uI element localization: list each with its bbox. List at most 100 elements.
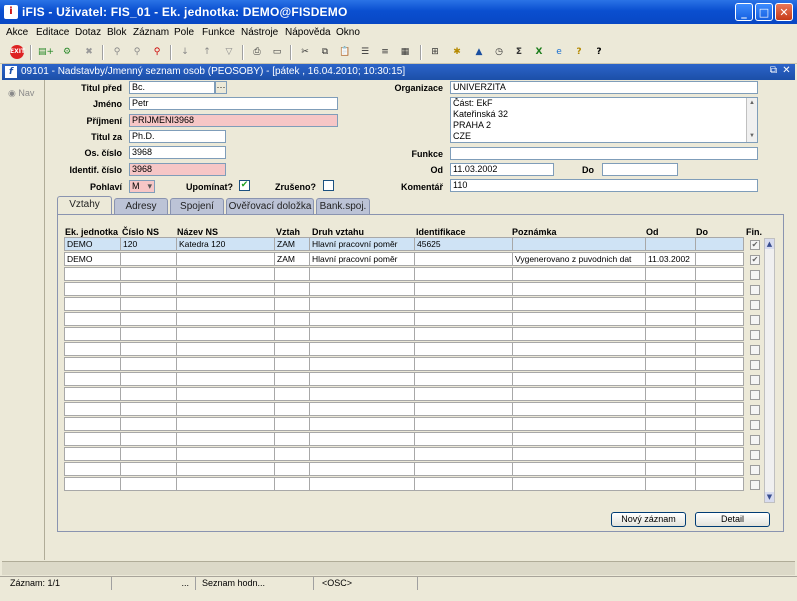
table-row[interactable] [64,342,764,357]
clock-icon[interactable]: ◷ [492,45,506,59]
nav-button[interactable]: ◉ Nav [8,88,34,99]
table-cell-do[interactable] [695,417,744,431]
fin-checkbox[interactable]: ✔ [750,240,760,250]
table-cell-poznamka[interactable] [512,282,646,296]
table-cell-ek-jednotka[interactable] [64,267,121,281]
od-field[interactable]: 11.03.2002 [450,163,554,176]
prijmeni-field[interactable]: PRIJMENI3968 [129,114,338,127]
menu-akce[interactable]: Akce [6,27,28,38]
table-cell-cislo-ns[interactable] [120,297,177,311]
sort-desc-icon[interactable]: ↑ [200,45,214,59]
table-cell-od[interactable] [645,447,696,461]
table-cell-poznamka[interactable] [512,357,646,371]
window-title-bar[interactable]: i iFIS - Uživatel: FIS_01 - Ek. jednotka… [0,0,797,24]
table-cell-nazev-ns[interactable] [176,477,275,491]
menu-dotaz[interactable]: Dotaz [75,27,101,38]
table-cell-od[interactable] [645,267,696,281]
menu-nastroje[interactable]: Nástroje [241,27,278,38]
table-cell-identifikace[interactable] [414,312,513,326]
table-cell-do[interactable] [695,447,744,461]
table-cell-vztah[interactable] [274,447,310,461]
adresa-field[interactable]: Část: EkF Kateřinská 32 PRAHA 2 CZE ▲ ▼ [450,97,758,143]
table-cell-druh-vztahu[interactable] [309,297,415,311]
table-cell-vztah[interactable] [274,342,310,356]
table-cell-vztah[interactable]: ZAM [274,252,310,266]
table-row[interactable] [64,387,764,402]
execute-query-icon[interactable]: ⚲ [130,45,144,59]
table-cell-ek-jednotka[interactable] [64,297,121,311]
table-cell-identifikace[interactable] [414,282,513,296]
fin-checkbox[interactable] [750,345,760,355]
table-cell-poznamka[interactable] [512,297,646,311]
form-close-icon[interactable]: ✕ [781,65,792,77]
table-cell-ek-jednotka[interactable] [64,342,121,356]
table-cell-poznamka[interactable] [512,342,646,356]
menu-okno[interactable]: Okno [336,27,360,38]
table-cell-druh-vztahu[interactable] [309,327,415,341]
table-cell-nazev-ns[interactable] [176,252,275,266]
table-cell-identifikace[interactable] [414,387,513,401]
table-cell-od[interactable] [645,432,696,446]
table-cell-do[interactable] [695,237,744,251]
table-cell-poznamka[interactable] [512,462,646,476]
enter-query-icon[interactable]: ⚲ [110,45,124,59]
help-icon[interactable]: ? [572,45,586,59]
table-cell-ek-jednotka[interactable] [64,417,121,431]
table-cell-vztah[interactable] [274,312,310,326]
maximize-icon[interactable]: □ [755,3,773,21]
table-cell-cislo-ns[interactable] [120,462,177,476]
table-cell-poznamka[interactable] [512,387,646,401]
table-cell-poznamka[interactable] [512,417,646,431]
table-cell-cislo-ns[interactable] [120,402,177,416]
table-cell-do[interactable] [695,357,744,371]
table-cell-cislo-ns[interactable] [120,432,177,446]
pin-icon[interactable]: ✱ [450,45,464,59]
table-cell-ek-jednotka[interactable] [64,312,121,326]
table-cell-od[interactable] [645,402,696,416]
copy-icon[interactable]: ⧉ [318,45,332,59]
table-row[interactable] [64,477,764,492]
table-cell-druh-vztahu[interactable] [309,417,415,431]
table-cell-od[interactable] [645,327,696,341]
table-cell-druh-vztahu[interactable] [309,432,415,446]
jmeno-field[interactable]: Petr [129,97,338,110]
table-row[interactable] [64,297,764,312]
table-cell-druh-vztahu[interactable] [309,477,415,491]
table-cell-druh-vztahu[interactable] [309,447,415,461]
table-cell-poznamka[interactable] [512,477,646,491]
table-cell-od[interactable] [645,477,696,491]
table-cell-do[interactable] [695,252,744,266]
table-cell-poznamka[interactable] [512,432,646,446]
table-cell-do[interactable] [695,432,744,446]
excel-icon[interactable]: X [532,45,546,59]
table-cell-cislo-ns[interactable] [120,447,177,461]
table-row[interactable] [64,462,764,477]
table-cell-poznamka[interactable]: Vygenerovano z puvodnich dat [512,252,646,266]
table-cell-do[interactable] [695,327,744,341]
fin-checkbox[interactable] [750,405,760,415]
table-cell-ek-jednotka[interactable] [64,327,121,341]
table-cell-nazev-ns[interactable] [176,372,275,386]
table-cell-cislo-ns[interactable] [120,252,177,266]
table-cell-do[interactable] [695,267,744,281]
menu-zaznam[interactable]: Záznam [133,27,169,38]
table-cell-vztah[interactable] [274,402,310,416]
save-icon[interactable]: ⚙ [60,45,74,59]
table-cell-vztah[interactable] [274,267,310,281]
titul-za-field[interactable]: Ph.D. [129,130,226,143]
table-cell-vztah[interactable] [274,387,310,401]
table-cell-poznamka[interactable] [512,447,646,461]
fin-checkbox[interactable] [750,360,760,370]
paste-icon[interactable]: 📋 [338,45,352,59]
table-cell-identifikace[interactable] [414,297,513,311]
table-cell-poznamka[interactable] [512,312,646,326]
fin-checkbox[interactable] [750,450,760,460]
table-cell-poznamka[interactable] [512,267,646,281]
table-cell-od[interactable] [645,237,696,251]
table-cell-identifikace[interactable] [414,372,513,386]
detail-button[interactable]: Detail [695,512,770,527]
tab-spojeni[interactable]: Spojení [170,198,224,214]
insert-record-icon[interactable]: ▤+ [38,45,54,59]
os-cislo-field[interactable]: 3968 [129,146,226,159]
table-cell-do[interactable] [695,402,744,416]
